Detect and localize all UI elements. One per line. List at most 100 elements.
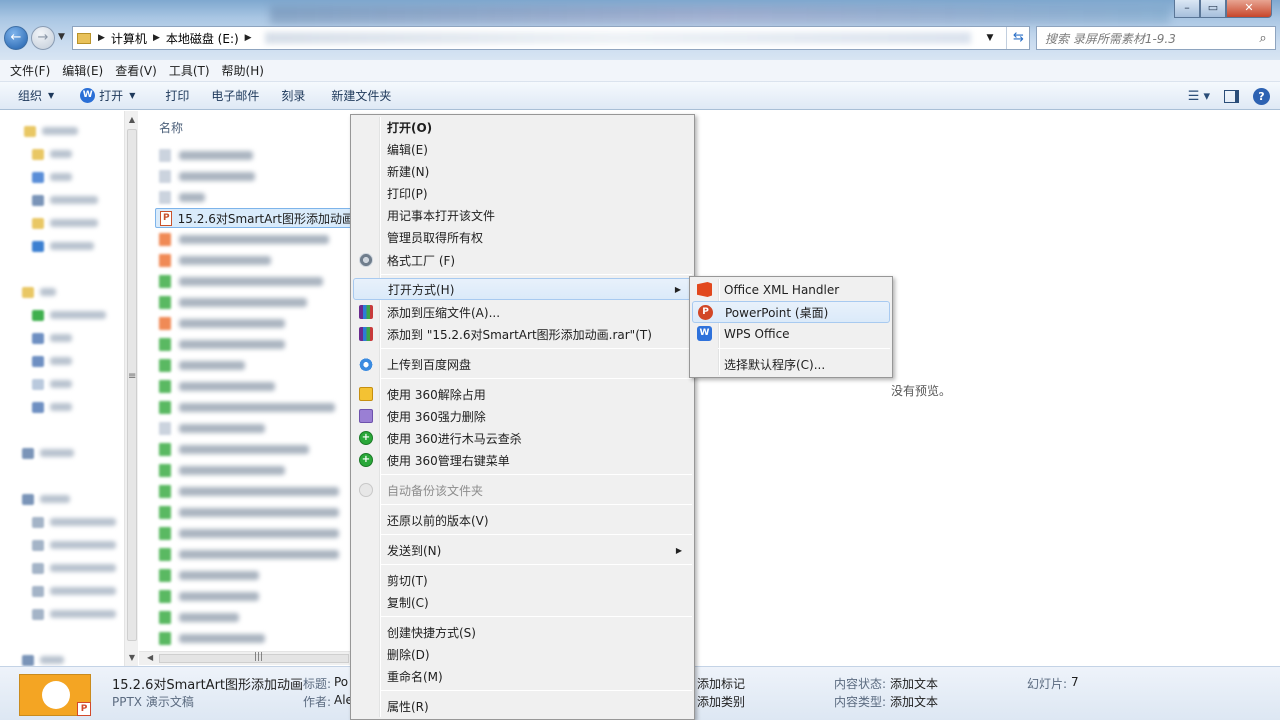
menu-item-restore-versions[interactable]: 还原以前的版本(V) — [353, 509, 692, 531]
submenu-item-choose-default[interactable]: 选择默认程序(C)... — [692, 353, 890, 375]
nav-item[interactable] — [32, 217, 98, 229]
menu-item-send-to[interactable]: 发送到(N) ▶ — [353, 539, 692, 561]
list-item[interactable] — [159, 315, 285, 331]
details-tags-value[interactable]: 添加标记 — [697, 675, 745, 692]
submenu-item-wps[interactable]: W WPS Office — [692, 323, 890, 345]
menu-help[interactable]: 帮助(H) — [216, 62, 270, 79]
nav-item[interactable] — [22, 286, 56, 298]
list-item[interactable] — [159, 462, 285, 478]
nav-item[interactable] — [32, 240, 94, 252]
nav-item[interactable] — [32, 378, 72, 390]
list-item[interactable] — [159, 441, 309, 457]
menu-item-360-trojan-scan[interactable]: + 使用 360进行木马云查杀 — [353, 427, 692, 449]
menu-item-360-force-delete[interactable]: 使用 360强力删除 — [353, 405, 692, 427]
nav-item[interactable] — [32, 608, 116, 620]
nav-item[interactable] — [32, 401, 72, 413]
nav-item[interactable] — [32, 194, 98, 206]
menu-item-new[interactable]: 新建(N) — [353, 160, 692, 182]
nav-item[interactable] — [32, 355, 72, 367]
menu-item-print[interactable]: 打印(P) — [353, 182, 692, 204]
list-item[interactable] — [159, 357, 245, 373]
list-item[interactable] — [159, 252, 271, 268]
list-item[interactable] — [159, 231, 329, 247]
menu-edit[interactable]: 编辑(E) — [56, 62, 109, 79]
nav-item[interactable] — [32, 309, 106, 321]
burn-button[interactable]: 刻录 — [273, 87, 313, 104]
details-content-status-value[interactable]: 添加文本 — [890, 675, 938, 692]
list-item[interactable] — [159, 273, 323, 289]
menu-item-edit[interactable]: 编辑(E) — [353, 138, 692, 160]
details-category-value[interactable]: 添加类别 — [697, 693, 745, 710]
menu-item-open-notepad[interactable]: 用记事本打开该文件 — [353, 204, 692, 226]
menu-item-add-rar[interactable]: 添加到 "15.2.6对SmartArt图形添加动画.rar"(T) — [353, 323, 692, 345]
list-item[interactable] — [159, 567, 259, 583]
refresh-icon[interactable]: ⇆ — [1006, 27, 1030, 49]
breadcrumb-local-disk[interactable]: 本地磁盘 (E:) — [166, 30, 239, 47]
search-input[interactable]: 搜索 录屏所需素材1-9.3 — [1045, 30, 1251, 47]
breadcrumb-computer[interactable]: 计算机 — [111, 30, 147, 47]
list-item[interactable] — [159, 630, 265, 646]
menu-item-360-unlock[interactable]: 使用 360解除占用 — [353, 383, 692, 405]
menu-item-delete[interactable]: 删除(D) — [353, 643, 692, 665]
nav-item[interactable] — [24, 125, 78, 137]
menu-item-open[interactable]: 打开(O) — [353, 116, 692, 138]
scroll-up-icon[interactable]: ▲ — [125, 115, 139, 124]
menu-item-cut[interactable]: 剪切(T) — [353, 569, 692, 591]
list-item[interactable] — [159, 189, 205, 205]
nav-scrollbar[interactable]: ▲ ≡ ▼ — [124, 111, 138, 666]
menu-item-add-archive[interactable]: 添加到压缩文件(A)... — [353, 301, 692, 323]
menu-item-rename[interactable]: 重命名(M) — [353, 665, 692, 687]
list-item[interactable] — [159, 294, 307, 310]
back-button[interactable]: ← — [4, 26, 28, 50]
nav-item[interactable] — [32, 148, 72, 160]
help-icon[interactable]: ? — [1253, 87, 1270, 105]
forward-button[interactable]: → — [31, 26, 55, 50]
scroll-left-icon[interactable]: ◀ — [147, 653, 153, 662]
menu-item-create-shortcut[interactable]: 创建快捷方式(S) — [353, 621, 692, 643]
preview-pane-icon[interactable] — [1224, 89, 1239, 103]
address-bar[interactable]: ▶ 计算机 ▶ 本地磁盘 (E:) ▶ ▼ — [72, 26, 1030, 50]
menu-file[interactable]: 文件(F) — [4, 62, 56, 79]
menu-item-copy[interactable]: 复制(C) — [353, 591, 692, 613]
list-item[interactable] — [159, 378, 275, 394]
print-button[interactable]: 打印 — [157, 87, 197, 104]
scroll-down-icon[interactable]: ▼ — [125, 653, 139, 662]
list-item[interactable] — [159, 168, 255, 184]
list-item[interactable] — [159, 483, 339, 499]
close-button[interactable]: ✕ — [1226, 0, 1272, 18]
list-item[interactable] — [159, 504, 339, 520]
minimize-button[interactable]: – — [1174, 0, 1200, 18]
menu-item-360-manage-menu[interactable]: + 使用 360管理右键菜单 — [353, 449, 692, 471]
nav-item[interactable] — [22, 654, 64, 666]
email-button[interactable]: 电子邮件 — [203, 87, 267, 104]
submenu-item-office-xml[interactable]: Office XML Handler — [692, 279, 890, 301]
menu-view[interactable]: 查看(V) — [109, 62, 163, 79]
menu-item-properties[interactable]: 属性(R) — [353, 695, 692, 717]
list-item[interactable] — [159, 147, 253, 163]
menu-item-open-with[interactable]: 打开方式(H) ▶ — [353, 278, 692, 300]
scroll-thumb[interactable] — [127, 129, 137, 641]
history-dropdown-icon[interactable]: ▼ — [58, 32, 65, 42]
list-item[interactable] — [159, 399, 335, 415]
list-item[interactable] — [159, 609, 239, 625]
list-item[interactable] — [159, 546, 339, 562]
horizontal-scrollbar[interactable]: ◀ ||| — [139, 651, 351, 665]
maximize-button[interactable]: ▭ — [1200, 0, 1226, 18]
list-item[interactable] — [159, 336, 285, 352]
list-item[interactable] — [159, 588, 259, 604]
details-content-type-value[interactable]: 添加文本 — [890, 693, 938, 710]
submenu-item-powerpoint[interactable]: P PowerPoint (桌面) — [692, 301, 890, 323]
chevron-right-icon[interactable]: ▶ — [245, 33, 252, 43]
nav-item[interactable] — [32, 332, 72, 344]
list-item[interactable] — [159, 525, 339, 541]
menu-item-upload-baidu[interactable]: 上传到百度网盘 — [353, 353, 692, 375]
menu-tools[interactable]: 工具(T) — [163, 62, 216, 79]
open-button[interactable]: W 打开 ▼ — [72, 87, 143, 104]
menu-item-format-factory[interactable]: 格式工厂 (F) — [353, 249, 692, 271]
selected-file-row[interactable]: 15.2.6对SmartArt图形添加动画 — [155, 208, 355, 228]
new-folder-button[interactable]: 新建文件夹 — [323, 87, 399, 104]
view-options-icon[interactable]: ☰ ▾ — [1188, 89, 1210, 104]
column-header-name[interactable]: 名称 — [159, 119, 183, 136]
menu-item-take-ownership[interactable]: 管理员取得所有权 — [353, 226, 692, 248]
nav-item[interactable] — [22, 493, 70, 505]
